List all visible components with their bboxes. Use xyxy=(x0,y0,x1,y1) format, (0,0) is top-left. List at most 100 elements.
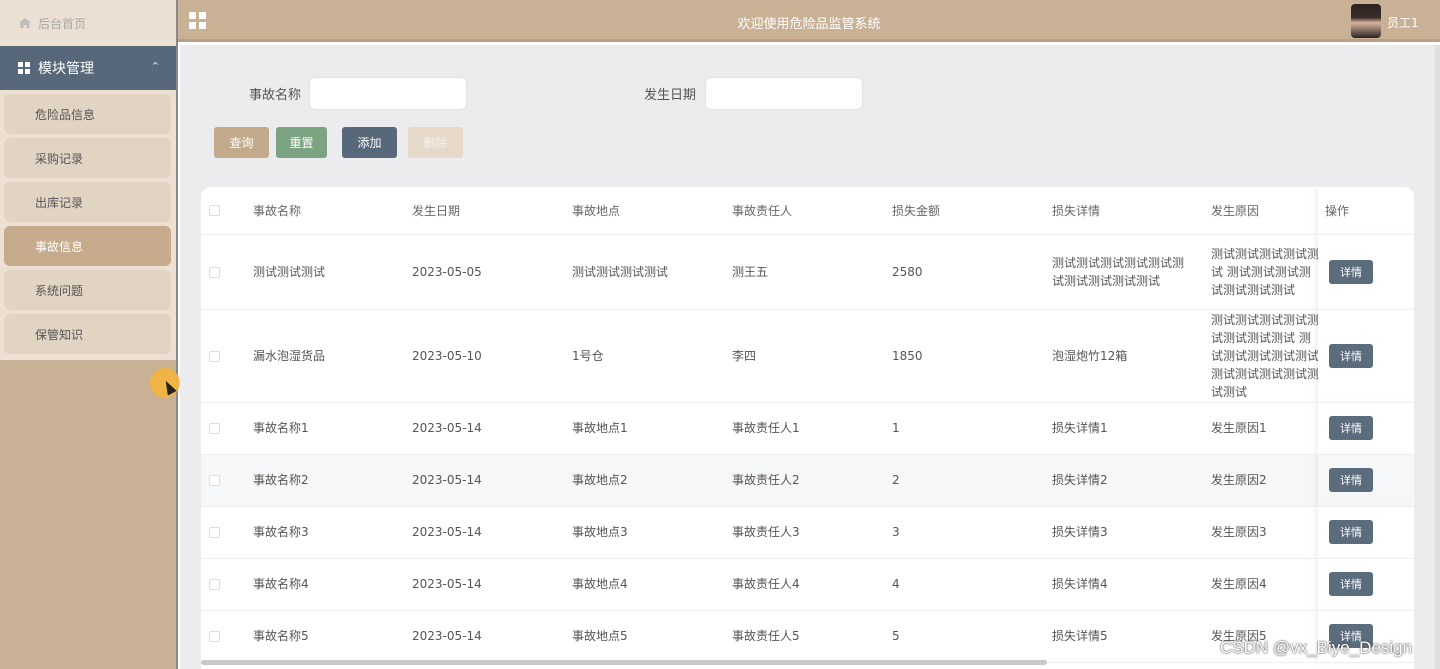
cell: 测试测试测试测试 xyxy=(572,234,732,310)
main-content: 事故名称 发生日期 查询 重置 添加 删除 事故名称 发生日期 事故地点 事故责… xyxy=(180,45,1440,669)
cell: 事故名称3 xyxy=(253,506,412,559)
op-cell: 详情 xyxy=(1318,234,1414,310)
cell-text: 测试测试测试测试测试测试测试测试测试测试 xyxy=(1052,255,1185,288)
cell: 2023-05-05 xyxy=(412,234,572,310)
sidebar-menu: 危险品信息 采购记录 出库记录 事故信息 系统问题 保管知识 xyxy=(0,90,176,360)
accident-name-input[interactable] xyxy=(309,77,467,110)
cell: 事故责任人3 xyxy=(732,506,892,559)
user-name[interactable]: 员工1 xyxy=(1387,14,1419,31)
cell: 泡湿炮竹12箱 xyxy=(1052,309,1211,403)
cell: 漏水泡湿货品 xyxy=(253,309,412,403)
cell: 损失详情4 xyxy=(1052,558,1211,611)
cell: 4 xyxy=(892,558,1052,611)
date-input[interactable] xyxy=(705,77,863,110)
accident-table-card: 事故名称 发生日期 事故地点 事故责任人 损失金额 损失详情 发生原因 操作 测… xyxy=(201,187,1414,669)
cell: 2023-05-10 xyxy=(412,309,572,403)
row-checkbox[interactable] xyxy=(201,610,253,663)
home-link[interactable]: 后台首页 xyxy=(0,0,176,46)
col-header: 操作 xyxy=(1318,187,1414,235)
detail-button[interactable]: 详情 xyxy=(1329,259,1373,284)
op-cell: 详情 xyxy=(1318,309,1414,403)
sidebar-item-label: 保管知识 xyxy=(35,327,84,342)
sidebar-item-purchase-records[interactable]: 采购记录 xyxy=(4,138,171,178)
select-all-checkbox[interactable] xyxy=(201,187,253,235)
op-cell: 详情 xyxy=(1318,558,1414,611)
sidebar-item-label: 采购记录 xyxy=(35,151,84,166)
module-management-header[interactable]: 模块管理 ⌃ xyxy=(0,46,176,90)
cell-text: 测试测试测试测试测试测试测试测试 测试测试测试测试测试 测试测试测试测试测试测试 xyxy=(1211,312,1318,399)
page-title: 欢迎使用危险品监管系统 xyxy=(737,17,881,32)
detail-button[interactable]: 详情 xyxy=(1329,572,1373,596)
detail-button[interactable]: 详情 xyxy=(1329,343,1373,368)
cell: 发生原因3 xyxy=(1211,506,1318,559)
table-header-row: 事故名称 发生日期 事故地点 事故责任人 损失金额 损失详情 发生原因 操作 xyxy=(201,187,1414,235)
cell: 1号仓 xyxy=(572,309,732,403)
detail-button[interactable]: 详情 xyxy=(1329,416,1373,440)
cell: 损失详情1 xyxy=(1052,402,1211,455)
date-label: 发生日期 xyxy=(644,88,697,103)
col-header: 发生日期 xyxy=(412,187,572,235)
row-checkbox[interactable] xyxy=(201,506,253,559)
cell: 事故名称2 xyxy=(253,454,412,507)
sidebar: 后台首页 模块管理 ⌃ 危险品信息 采购记录 出库记录 事故信息 系统问题 保管… xyxy=(0,0,180,669)
accident-name-label: 事故名称 xyxy=(249,88,302,103)
cell: 2023-05-14 xyxy=(412,506,572,559)
row-checkbox[interactable] xyxy=(201,558,253,611)
table-row: 事故名称3 2023-05-14 事故地点3 事故责任人3 3 损失详情3 发生… xyxy=(201,506,1414,559)
cell: 事故地点5 xyxy=(572,610,732,663)
cell: 事故地点2 xyxy=(572,454,732,507)
cell: 3 xyxy=(892,506,1052,559)
sidebar-item-label: 出库记录 xyxy=(35,195,84,210)
detail-button[interactable]: 详情 xyxy=(1329,468,1373,492)
sidebar-item-label: 系统问题 xyxy=(35,283,84,298)
detail-button[interactable]: 详情 xyxy=(1329,520,1373,544)
sidebar-item-system-issues[interactable]: 系统问题 xyxy=(4,270,171,310)
horizontal-scrollbar[interactable] xyxy=(201,660,1047,665)
cell: 李四 xyxy=(732,309,892,403)
cell: 事故责任人2 xyxy=(732,454,892,507)
cell: 事故责任人5 xyxy=(732,610,892,663)
delete-button[interactable]: 删除 xyxy=(408,127,463,158)
cell: 发生原因1 xyxy=(1211,402,1318,455)
row-checkbox[interactable] xyxy=(201,402,253,455)
col-header: 损失金额 xyxy=(892,187,1052,235)
op-cell: 详情 xyxy=(1318,454,1414,507)
sidebar-item-hazardous-goods[interactable]: 危险品信息 xyxy=(4,94,171,134)
op-cell: 详情 xyxy=(1318,506,1414,559)
module-label: 模块管理 xyxy=(38,61,94,77)
col-header: 事故名称 xyxy=(253,187,412,235)
row-checkbox[interactable] xyxy=(201,309,253,403)
reset-button[interactable]: 重置 xyxy=(276,127,327,158)
cell: 1 xyxy=(892,402,1052,455)
op-cell: 详情 xyxy=(1318,402,1414,455)
table-row: 事故名称2 2023-05-14 事故地点2 事故责任人2 2 损失详情2 发生… xyxy=(201,454,1414,507)
cell: 2023-05-14 xyxy=(412,558,572,611)
cell: 事故名称5 xyxy=(253,610,412,663)
cell: 事故地点3 xyxy=(572,506,732,559)
row-checkbox[interactable] xyxy=(201,454,253,507)
sidebar-item-accident-info[interactable]: 事故信息 xyxy=(4,226,171,266)
cell: 测试测试测试 xyxy=(253,234,412,310)
cell: 测试测试测试测试测试测试测试测试 测试测试测试测试测试 测试测试测试测试测试测试 xyxy=(1211,309,1318,403)
cell: 损失详情3 xyxy=(1052,506,1211,559)
cell: 事故名称4 xyxy=(253,558,412,611)
chevron-up-icon: ⌃ xyxy=(150,60,160,73)
cell: 2023-05-14 xyxy=(412,402,572,455)
cell: 2023-05-14 xyxy=(412,610,572,663)
add-button[interactable]: 添加 xyxy=(342,127,397,158)
avatar[interactable] xyxy=(1351,4,1381,38)
home-label: 后台首页 xyxy=(38,16,87,31)
row-checkbox[interactable] xyxy=(201,234,253,310)
cell: 2 xyxy=(892,454,1052,507)
sidebar-item-outbound-records[interactable]: 出库记录 xyxy=(4,182,171,222)
cell: 2023-05-14 xyxy=(412,454,572,507)
cell: 损失详情2 xyxy=(1052,454,1211,507)
sidebar-item-storage-knowledge[interactable]: 保管知识 xyxy=(4,314,171,354)
cell: 事故名称1 xyxy=(253,402,412,455)
col-header: 事故责任人 xyxy=(732,187,892,235)
query-button[interactable]: 查询 xyxy=(214,127,269,158)
table-row: 测试测试测试 2023-05-05 测试测试测试测试 测王五 2580 测试测试… xyxy=(201,234,1414,310)
table-row: 事故名称1 2023-05-14 事故地点1 事故责任人1 1 损失详情1 发生… xyxy=(201,402,1414,455)
cell: 损失详情5 xyxy=(1052,610,1211,663)
col-header: 发生原因 xyxy=(1211,187,1318,235)
